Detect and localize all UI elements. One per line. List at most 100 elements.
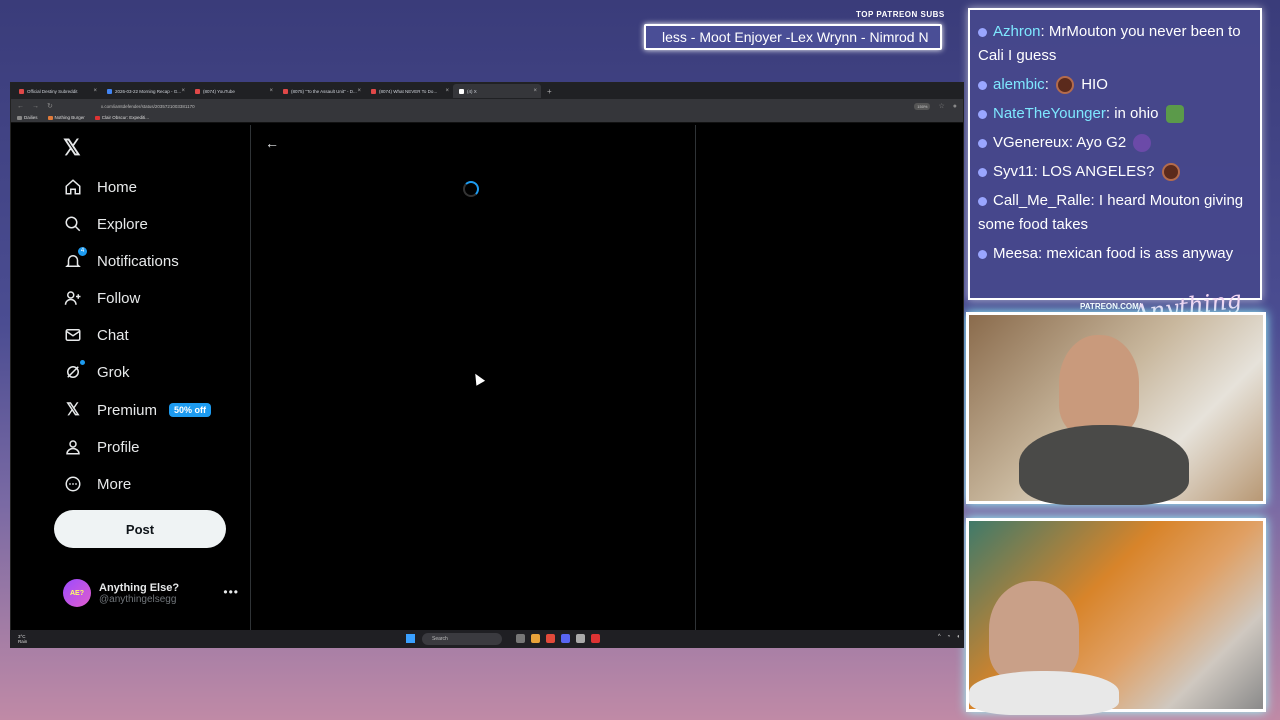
new-tab-icon[interactable]: + (547, 87, 552, 96)
windows-start-icon[interactable] (406, 634, 415, 643)
taskbar-apps (516, 634, 600, 643)
back-arrow-icon[interactable]: ← (265, 135, 279, 151)
system-tray: ^ ◔ ◖ (938, 634, 960, 640)
chat-text: LOS ANGELES? (1041, 163, 1155, 180)
browser-tab-active[interactable]: (4) X × (453, 84, 541, 98)
bookmark-label: Clair Obscur: Expediti... (101, 115, 150, 120)
nav-profile[interactable]: Profile (63, 437, 140, 457)
chat-text: mexican food is ass anyway (1046, 245, 1234, 262)
patreon-subs-title: TOP PATREON SUBS (856, 10, 945, 19)
chat-dot-icon (978, 109, 987, 119)
bookmark-label: Nothing Burger (54, 115, 85, 120)
app-icon[interactable] (591, 634, 600, 643)
app-icon[interactable] (516, 634, 525, 643)
reload-icon[interactable]: ↻ (47, 102, 53, 110)
zoom-indicator[interactable]: 150% (914, 102, 931, 110)
profile-icon[interactable]: ● (953, 103, 957, 110)
nav-label: Home (97, 178, 138, 196)
chat-message: Meesa: mexican food is ass anyway (978, 242, 1252, 266)
chat-message: Syv11: LOS ANGELES? (978, 160, 1252, 184)
bookmark-item[interactable]: Nothing Burger (47, 115, 85, 120)
chat-message: NateTheYounger: in ohio (978, 102, 1252, 126)
weather-widget[interactable]: 3°C Rain (18, 634, 27, 644)
bookmark-item[interactable]: Clair Obscur: Expediti... (94, 115, 150, 120)
chat-dot-icon (978, 27, 987, 37)
close-icon[interactable]: × (533, 88, 537, 94)
chat-text: Ayo G2 (1076, 134, 1127, 151)
chat-username: Azhron (993, 23, 1041, 40)
nav-label: Follow (97, 289, 141, 307)
discord-icon[interactable] (561, 634, 570, 643)
chat-message: Azhron: MrMouton you never been to Cali … (978, 23, 1241, 64)
person-figure (1059, 335, 1139, 435)
nav-label: Notifications (97, 252, 179, 270)
browser-tab[interactable]: (8074) YouTube × (189, 84, 277, 98)
more-circle-icon (63, 474, 83, 494)
weather-text: Rain (18, 639, 28, 644)
account-switcher[interactable]: AE? Anything Else? @anythingelsegg ••• (63, 579, 239, 607)
star-icon[interactable]: ☆ (938, 102, 944, 110)
browser-tab[interactable]: Official Destiny Subreddit × (13, 84, 101, 98)
forward-arrow-icon[interactable]: → (32, 103, 39, 110)
wifi-icon[interactable]: ◔ (947, 634, 951, 640)
emote-icon (1161, 163, 1180, 182)
chat-username: Call_Me_Ralle (993, 192, 1091, 209)
close-icon[interactable]: × (357, 88, 361, 94)
nav-notifications[interactable]: 4 Notifications (63, 247, 179, 271)
chat-dot-icon (978, 138, 987, 148)
x-logo-icon[interactable]: 𝕏 (63, 135, 81, 161)
doc-icon (107, 88, 112, 94)
tab-title: (8075) "To the Assault Unit" - D... (291, 88, 357, 94)
x-icon: 𝕏 (66, 400, 80, 419)
chat-text: in ohio (1114, 105, 1159, 122)
home-icon (63, 177, 83, 197)
notification-count-badge: 4 (78, 247, 87, 256)
chat-message: alembic: HIO (978, 73, 1252, 97)
close-icon[interactable]: × (269, 88, 273, 94)
address-bar-row: ← → ↻ x.com/iamtdefender/status/20357210… (11, 99, 963, 113)
steam-icon[interactable] (576, 634, 585, 643)
person-icon (63, 437, 83, 457)
emote-icon (1056, 76, 1075, 95)
person-figure (989, 581, 1079, 681)
browser-tab[interactable]: (8075) "To the Assault Unit" - D... × (277, 84, 365, 98)
bookmark-item[interactable]: Dailies (17, 115, 38, 120)
taskbar: 3°C Rain Search ^ ◔ ◖ (10, 630, 964, 648)
reddit-icon (19, 88, 24, 94)
nav-grok[interactable]: Grok (63, 360, 130, 382)
tab-title: Official Destiny Subreddit (27, 88, 78, 94)
volume-icon[interactable]: ◖ (956, 634, 960, 640)
x-sidebar: 𝕏 Home Explore 4 Notifications Follow Ch… (11, 125, 251, 631)
close-icon[interactable]: × (93, 88, 97, 94)
nav-more[interactable]: More (63, 474, 131, 494)
emote-icon (1165, 105, 1184, 124)
folder-icon[interactable] (531, 634, 540, 643)
browser-tab[interactable]: 2026-03-22 Morning Recap - G... × (101, 84, 189, 98)
search-icon (63, 214, 83, 234)
nav-label: Chat (97, 326, 129, 344)
avatar: AE? (63, 579, 91, 607)
chat-username: VGenereux (993, 134, 1069, 151)
nav-label: Explore (97, 215, 148, 233)
add-person-icon (63, 288, 83, 308)
youtube-icon (195, 88, 200, 94)
nav-premium[interactable]: 𝕏 Premium 50% off (63, 400, 212, 420)
url-input[interactable]: x.com/iamtdefender/status/20357210033811… (101, 104, 906, 109)
browser-icon[interactable] (546, 634, 555, 643)
account-name: Anything Else? (99, 581, 180, 594)
nav-follow[interactable]: Follow (63, 288, 140, 308)
nav-explore[interactable]: Explore (63, 214, 148, 234)
close-icon[interactable]: × (445, 88, 449, 94)
webcam-guest (966, 518, 1266, 715)
close-icon[interactable]: × (181, 88, 185, 94)
chevron-up-icon[interactable]: ^ (938, 634, 941, 640)
post-button[interactable]: Post (54, 510, 226, 548)
taskbar-search[interactable]: Search (422, 633, 502, 645)
nav-home[interactable]: Home (63, 177, 137, 197)
more-dots-icon[interactable]: ••• (223, 585, 239, 599)
browser-tab[interactable]: (8074) What NEVER To Do... × (365, 84, 453, 98)
chat-username: alembic (993, 76, 1045, 93)
nav-label: Profile (97, 438, 140, 456)
back-arrow-icon[interactable]: ← (17, 103, 24, 110)
nav-chat[interactable]: Chat (63, 325, 129, 345)
